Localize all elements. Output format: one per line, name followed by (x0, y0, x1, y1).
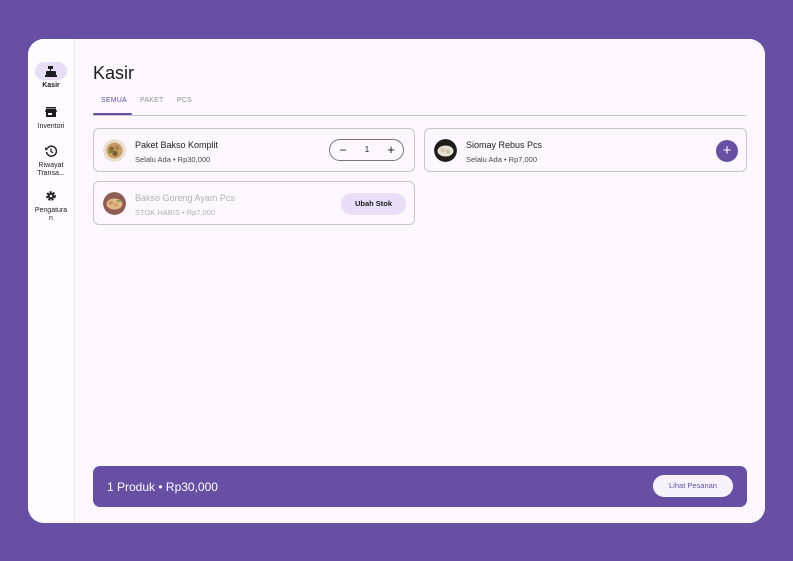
order-summary-text: 1 Produk • Rp30,000 (107, 480, 218, 494)
product-card[interactable]: Siomay Rebus Pcs Selalu Ada • Rp7,000 + (424, 128, 747, 172)
increase-button[interactable]: + (386, 143, 396, 157)
tablet-screen: Kasir Inventori Riwayat Transa... Pengat… (28, 39, 765, 523)
tab-indicator (93, 113, 132, 115)
navigation-rail: Kasir Inventori Riwayat Transa... Pengat… (28, 39, 75, 523)
history-icon (45, 145, 57, 157)
nav-label: Inventori (37, 123, 65, 130)
page-title: Kasir (93, 63, 135, 83)
main-content: Kasir SEMUA PAKET PCS Paket Bakso Kompli… (75, 39, 765, 523)
nav-label: Riwayat Transa... (37, 162, 65, 177)
tab-paket[interactable]: PAKET (140, 97, 163, 104)
product-card[interactable]: Paket Bakso Komplit Selalu Ada • Rp30,00… (93, 128, 415, 172)
nav-indicator (35, 62, 67, 80)
nav-item-inventori[interactable]: Inventori (28, 103, 74, 131)
product-card[interactable]: Bakso Goreng Ayam Pcs STOK HABIS • Rp7,0… (93, 181, 415, 225)
nav-icon-container (35, 142, 67, 160)
category-tabs: SEMUA PAKET PCS (93, 92, 746, 116)
product-status-price: STOK HABIS • Rp7,000 (135, 208, 216, 217)
nav-label: Pengaturan (34, 207, 68, 222)
nav-icon-container (35, 187, 67, 205)
product-status-price: Selalu Ada • Rp7,000 (466, 155, 538, 164)
nav-item-riwayat[interactable]: Riwayat Transa... (28, 142, 74, 178)
nav-label: Kasir (42, 82, 60, 89)
product-image (434, 139, 457, 162)
product-name: Paket Bakso Komplit (135, 140, 219, 150)
product-name: Siomay Rebus Pcs (466, 140, 543, 150)
product-status-price: Selalu Ada • Rp30,000 (135, 155, 211, 164)
register-icon (45, 65, 57, 77)
add-to-order-button[interactable]: + (716, 140, 738, 162)
nav-icon-container (35, 103, 67, 121)
product-name: Bakso Goreng Ayam Pcs (135, 193, 235, 203)
product-image (103, 139, 126, 162)
change-stock-button[interactable]: Ubah Stok (341, 193, 406, 215)
nav-item-pengaturan[interactable]: Pengaturan (28, 187, 74, 223)
order-summary-bar[interactable]: 1 Produk • Rp30,000 Lihat Pesanan (93, 466, 747, 507)
quantity-stepper: − 1 + (329, 139, 404, 161)
tab-semua[interactable]: SEMUA (101, 97, 127, 104)
gear-icon (46, 191, 56, 201)
product-image (103, 192, 126, 215)
decrease-button[interactable]: − (338, 144, 348, 156)
view-order-button[interactable]: Lihat Pesanan (653, 475, 733, 497)
store-icon (45, 107, 57, 117)
quantity-value: 1 (364, 145, 370, 154)
nav-item-kasir[interactable]: Kasir (28, 62, 74, 90)
tab-pcs[interactable]: PCS (177, 97, 192, 104)
